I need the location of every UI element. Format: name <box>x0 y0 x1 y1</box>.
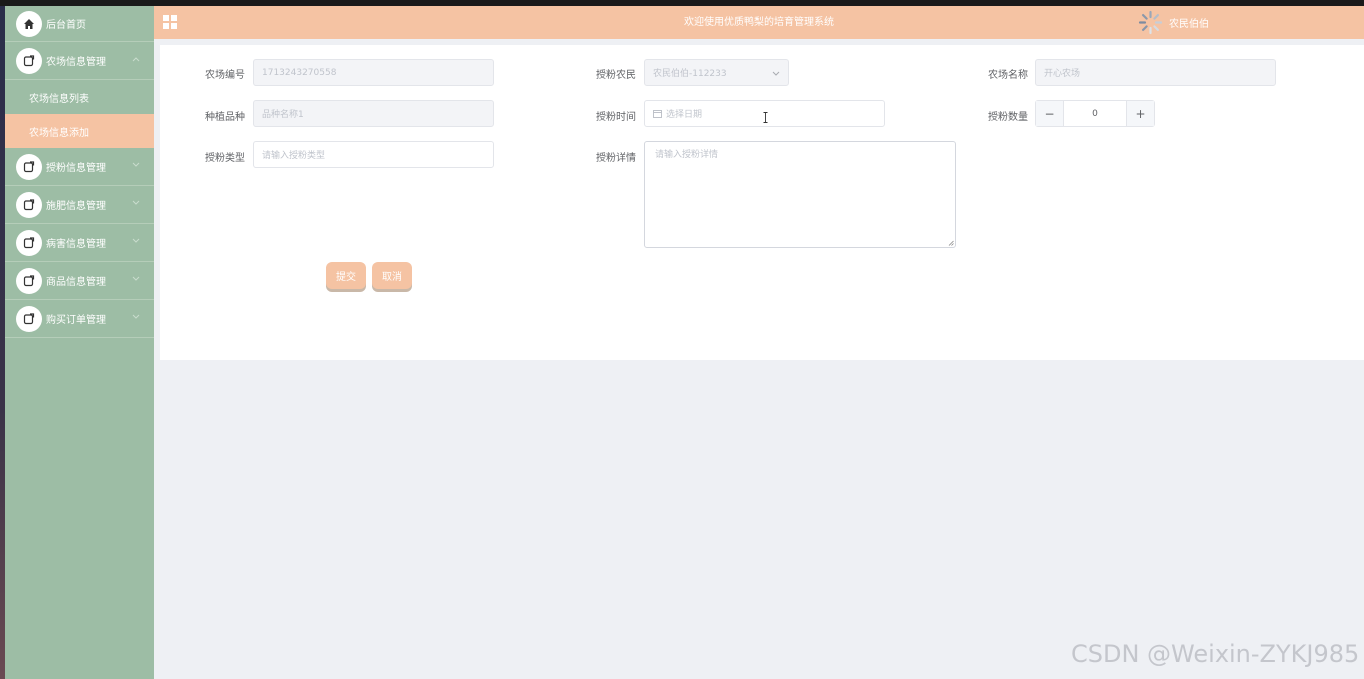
resize-handle-icon[interactable] <box>948 240 954 246</box>
pollinate-type-input[interactable]: 请输入授粉类型 <box>253 141 494 168</box>
variety-input: 品种名称1 <box>253 100 494 127</box>
top-header: 欢迎使用优质鸭梨的培育管理系统 农民伯伯 <box>154 6 1364 39</box>
chevron-down-icon <box>132 238 140 243</box>
edit-icon <box>16 47 42 74</box>
calendar-icon <box>653 110 662 118</box>
cancel-button[interactable]: 取消 <box>372 262 412 289</box>
pollinate-detail-textarea[interactable]: 请输入授粉详情 <box>644 141 956 248</box>
edit-icon <box>16 267 42 294</box>
plus-icon[interactable]: + <box>1127 101 1154 126</box>
chevron-down-icon <box>772 71 780 76</box>
chevron-down-icon <box>132 314 140 319</box>
farm-name-label: 农场名称 <box>988 70 1028 81</box>
pollinate-detail-label: 授粉详情 <box>596 153 636 164</box>
edit-icon <box>16 305 42 332</box>
pollinate-qty-label: 授粉数量 <box>988 112 1028 123</box>
chevron-down-icon <box>132 276 140 281</box>
username: 农民伯伯 <box>1169 19 1209 30</box>
sidebar-item-label: 病害信息管理 <box>46 239 106 250</box>
sidebar: 后台首页 农场信息管理 农场信息列表 农场信息添加 授粉信息管理 施肥信息管理 … <box>5 6 154 679</box>
chevron-down-icon <box>132 200 140 205</box>
sidebar-item-label: 后台首页 <box>46 20 86 31</box>
pollinate-type-label: 授粉类型 <box>205 153 245 164</box>
farmer-select-value: 农民伯伯-112233 <box>653 69 727 79</box>
text-cursor-icon <box>763 112 768 123</box>
pollinate-time-label: 授粉时间 <box>596 112 636 123</box>
farm-no-input: 1713243270558 <box>253 59 494 86</box>
farm-no-value: 1713243270558 <box>262 67 337 78</box>
sidebar-item-goods[interactable]: 商品信息管理 <box>5 262 154 300</box>
pollinate-qty-stepper[interactable]: − 0 + <box>1035 100 1155 127</box>
pollinate-type-placeholder: 请输入授粉类型 <box>262 151 326 161</box>
sidebar-item-label: 商品信息管理 <box>46 277 106 288</box>
farm-name-input: 开心农场 <box>1035 59 1276 86</box>
watermark: CSDN @Weixin-ZYKJ985 <box>1071 640 1360 668</box>
pollinate-qty-value[interactable]: 0 <box>1063 101 1127 126</box>
sidebar-subitem-label: 农场信息列表 <box>29 93 89 105</box>
edit-icon <box>16 229 42 256</box>
home-icon <box>16 10 42 37</box>
variety-label: 种植品种 <box>205 112 245 123</box>
minus-icon[interactable]: − <box>1036 101 1063 126</box>
pollinate-time-placeholder: 选择日期 <box>666 110 703 120</box>
sidebar-item-label: 授粉信息管理 <box>46 163 106 174</box>
menu-grid-icon[interactable] <box>163 15 177 29</box>
edit-icon <box>16 153 42 180</box>
farm-no-label: 农场编号 <box>205 70 245 81</box>
chevron-up-icon <box>132 57 140 62</box>
variety-value: 品种名称1 <box>262 110 304 120</box>
sidebar-item-label: 施肥信息管理 <box>46 201 106 212</box>
farmer-select[interactable]: 农民伯伯-112233 <box>644 59 789 86</box>
sidebar-item-pollination[interactable]: 授粉信息管理 <box>5 148 154 186</box>
sidebar-item-farm-info[interactable]: 农场信息管理 <box>5 42 154 80</box>
farmer-label: 授粉农民 <box>596 70 636 81</box>
edit-icon <box>16 191 42 218</box>
submit-button[interactable]: 提交 <box>326 262 366 289</box>
chevron-down-icon <box>132 162 140 167</box>
sidebar-subitem-farm-add[interactable]: 农场信息添加 <box>5 114 154 148</box>
sidebar-item-home[interactable]: 后台首页 <box>5 6 154 42</box>
avatar <box>1138 10 1163 35</box>
sidebar-item-disease[interactable]: 病害信息管理 <box>5 224 154 262</box>
sidebar-item-fertilizer[interactable]: 施肥信息管理 <box>5 186 154 224</box>
farm-name-value: 开心农场 <box>1044 69 1081 79</box>
form-panel: 农场编号 1713243270558 授粉农民 农民伯伯-112233 农场名称… <box>160 45 1364 360</box>
user-menu[interactable]: 农民伯伯 <box>1138 10 1209 35</box>
sidebar-subitem-farm-list[interactable]: 农场信息列表 <box>5 80 154 114</box>
sidebar-subitem-label: 农场信息添加 <box>29 127 89 139</box>
sidebar-item-label: 农场信息管理 <box>46 57 106 68</box>
sidebar-item-orders[interactable]: 购买订单管理 <box>5 300 154 338</box>
sidebar-item-label: 购买订单管理 <box>46 315 106 326</box>
pollinate-detail-placeholder: 请输入授粉详情 <box>655 150 719 160</box>
